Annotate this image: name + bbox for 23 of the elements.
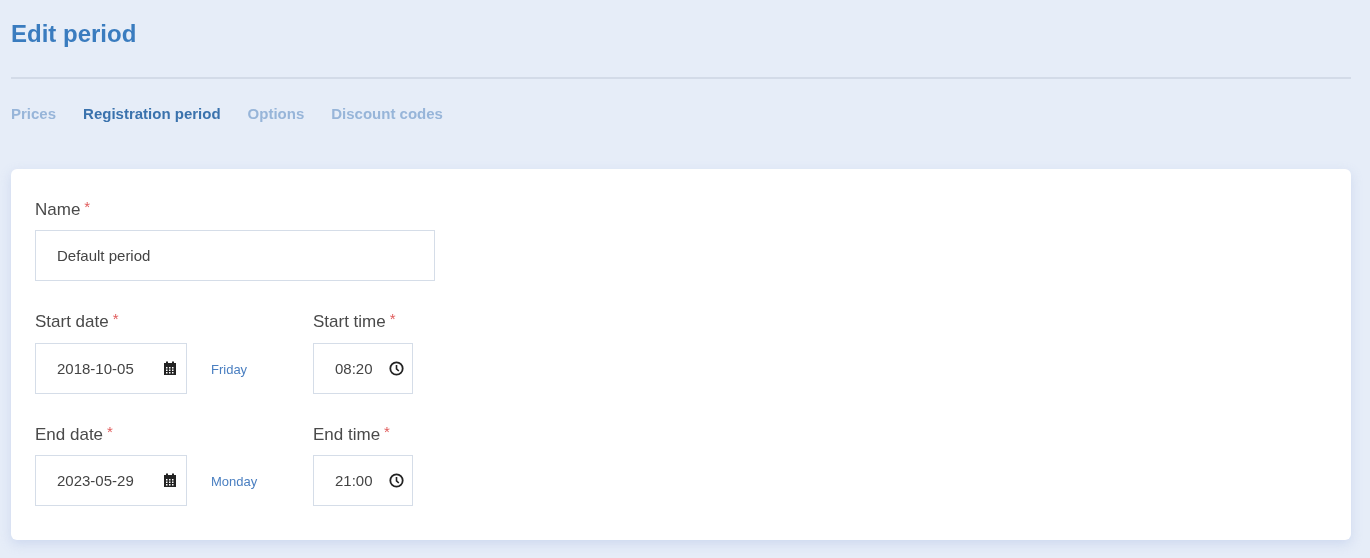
calendar-icon <box>163 473 177 488</box>
field-label: Start date <box>35 311 109 333</box>
calendar-icon <box>163 360 177 376</box>
field-label: Name <box>35 198 81 221</box>
required-mark: * <box>389 311 396 326</box>
date-field[interactable]: 2018-10-05 <box>35 342 187 394</box>
required-mark: * <box>84 198 91 214</box>
page-title: Edit period <box>11 19 137 49</box>
required-mark: * <box>112 311 119 326</box>
name-field[interactable]: Default period <box>35 230 435 281</box>
weekday-text: Friday <box>211 360 248 379</box>
weekday-text: Monday <box>211 473 258 492</box>
date-field[interactable]: 2023-05-29 <box>35 455 187 506</box>
time-field[interactable]: 21:00 <box>313 455 413 506</box>
clock-icon <box>389 473 404 488</box>
time-field[interactable]: 08:20 <box>313 342 413 394</box>
tab[interactable]: Registration period <box>83 103 221 126</box>
required-mark: * <box>107 423 113 439</box>
field-label: End date <box>35 423 104 446</box>
field-label: Start time <box>313 311 386 333</box>
field-label: End time <box>313 423 381 446</box>
clock-icon <box>389 360 404 376</box>
required-mark: * <box>384 423 390 439</box>
